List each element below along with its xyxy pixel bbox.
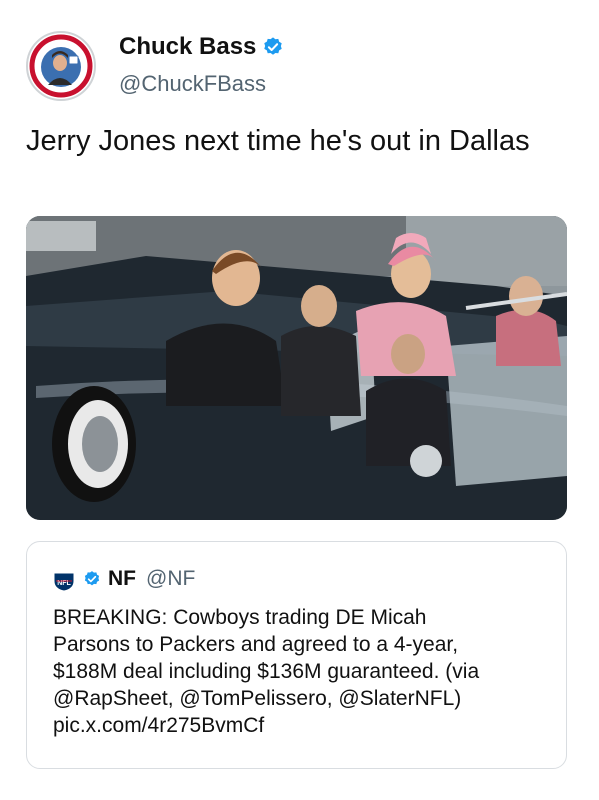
verified-badge-icon [84, 571, 100, 586]
author-name-row: Chuck Bass [119, 33, 284, 61]
tweet-media-image[interactable] [26, 216, 567, 520]
quoted-tweet-header: NFL NF @NF [53, 566, 195, 592]
quoted-text-link[interactable]: pic.x.com/4r275BvmCf [53, 712, 553, 739]
author-display-name[interactable]: Chuck Bass [119, 33, 256, 61]
tweet-text: Jerry Jones next time he's out in Dallas [26, 125, 530, 157]
quoted-text-line: $188M deal including $136M guaranteed. (… [53, 660, 480, 683]
quoted-author-name[interactable]: NF [108, 567, 136, 591]
quoted-text-line[interactable]: @RapSheet, @TomPelissero, @SlaterNFL) [53, 685, 553, 712]
verified-badge-icon [264, 37, 283, 55]
nfl-shield-logo-icon: NFL [53, 567, 75, 592]
motorcade-photo [26, 216, 567, 520]
author-handle[interactable]: @ChuckFBass [119, 71, 266, 97]
quoted-author-handle[interactable]: @NF [146, 567, 195, 591]
profile-avatar[interactable] [26, 31, 96, 101]
quoted-tweet-card[interactable]: NFL NF @NF BREAKING: Cowboys trading DE … [26, 541, 567, 769]
quoted-tweet-text: BREAKING: Cowboys trading DE Micah Parso… [53, 604, 553, 739]
avatar-image [29, 34, 93, 98]
quoted-text-line: BREAKING: Cowboys trading DE Micah [53, 606, 427, 629]
quoted-text-line: Parsons to Packers and agreed to a 4-yea… [53, 633, 459, 656]
